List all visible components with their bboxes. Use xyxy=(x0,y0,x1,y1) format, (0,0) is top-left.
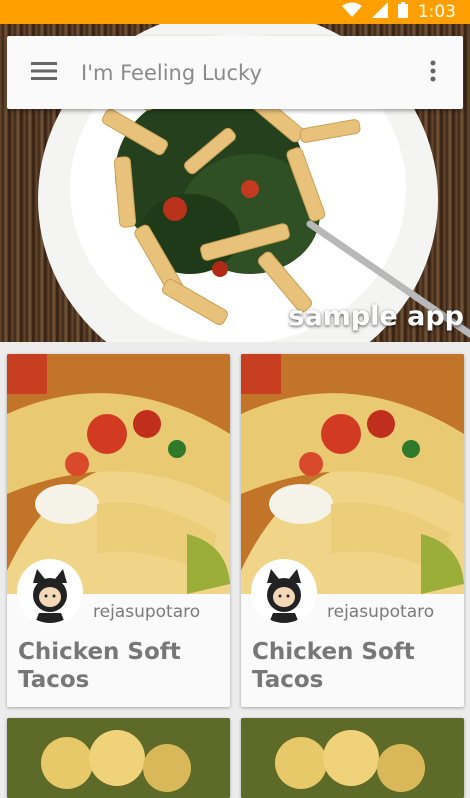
signal-icon xyxy=(371,2,388,22)
recipe-card[interactable]: rejasupotaro Chicken Soft Tacos xyxy=(241,354,464,707)
menu-button[interactable] xyxy=(7,36,81,109)
wifi-icon xyxy=(341,2,362,22)
recipe-title: Chicken Soft Tacos xyxy=(252,639,415,693)
recipe-image xyxy=(7,354,230,594)
status-bar: 1:03 xyxy=(0,0,470,24)
recipe-title: Chicken Soft Tacos xyxy=(18,639,181,693)
author-name: rejasupotaro xyxy=(327,602,435,622)
avatar xyxy=(253,561,315,623)
recipe-image xyxy=(241,718,464,798)
more-options-button[interactable] xyxy=(403,36,463,109)
recipe-image xyxy=(241,354,464,594)
status-time: 1:03 xyxy=(417,2,456,22)
battery-icon xyxy=(397,2,408,22)
search-toolbar xyxy=(7,36,463,109)
recipe-card[interactable] xyxy=(7,718,230,798)
more-vert-icon xyxy=(430,60,436,86)
author-name: rejasupotaro xyxy=(93,602,201,622)
hamburger-icon xyxy=(31,61,57,84)
hero-caption: sample app xyxy=(288,301,464,332)
search-input[interactable] xyxy=(81,60,403,85)
avatar xyxy=(19,561,81,623)
recipe-card[interactable]: rejasupotaro Chicken Soft Tacos xyxy=(7,354,230,707)
recipe-card[interactable] xyxy=(241,718,464,798)
recipe-image xyxy=(7,718,230,798)
